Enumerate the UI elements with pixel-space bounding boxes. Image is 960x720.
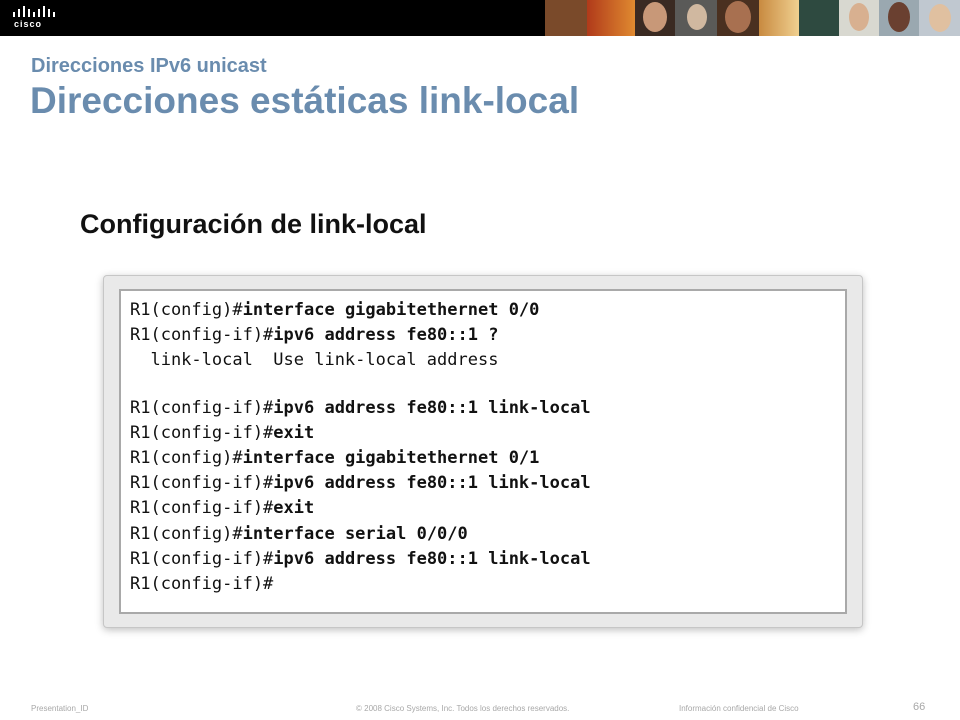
terminal-line: R1(config)#interface gigabitethernet 0/1 bbox=[130, 446, 591, 471]
header-photo bbox=[635, 0, 675, 36]
header-photo bbox=[587, 0, 635, 36]
slide-title: Direcciones estáticas link-local bbox=[30, 80, 580, 121]
terminal-command: interface serial 0/0/0 bbox=[242, 523, 468, 544]
terminal-line: R1(config)#interface gigabitethernet 0/0 bbox=[130, 298, 591, 323]
terminal-window: R1(config)#interface gigabitethernet 0/0… bbox=[119, 289, 847, 614]
terminal-prompt: R1(config)# bbox=[130, 447, 243, 468]
terminal-command: exit bbox=[273, 422, 315, 443]
terminal-line: R1(config-if)#ipv6 address fe80::1 link-… bbox=[130, 396, 591, 421]
terminal-frame: R1(config)#interface gigabitethernet 0/0… bbox=[103, 275, 863, 628]
terminal-prompt: R1(config-if)# bbox=[130, 473, 274, 494]
terminal-prompt: R1(config)# bbox=[130, 300, 243, 320]
terminal-prompt: R1(config)# bbox=[130, 523, 243, 544]
terminal-command: ipv6 address fe80::1 link-local bbox=[273, 473, 591, 494]
terminal-line: R1(config-if)#exit bbox=[130, 496, 591, 521]
header-photo bbox=[799, 0, 839, 36]
terminal-line: R1(config-if)#ipv6 address fe80::1 link-… bbox=[130, 547, 591, 572]
footer-confidential: Información confidencial de Cisco bbox=[679, 704, 799, 713]
terminal-prompt: R1(config-if)# bbox=[130, 397, 274, 418]
terminal-prompt: R1(config-if)# bbox=[130, 325, 274, 346]
header-photo bbox=[717, 0, 759, 36]
terminal-prompt: R1(config-if)# bbox=[130, 422, 274, 443]
terminal-command: ipv6 address fe80::1 link-local bbox=[273, 548, 591, 569]
header-photo bbox=[545, 0, 587, 36]
header-photo-strip bbox=[545, 0, 960, 36]
terminal-line: R1(config-if)#ipv6 address fe80::1 ? bbox=[130, 323, 591, 348]
footer-presentation-id: Presentation_ID bbox=[31, 704, 89, 713]
terminal-prompt: R1(config-if)# bbox=[130, 498, 274, 519]
page-number: 66 bbox=[913, 701, 926, 713]
terminal-line: R1(config-if)#exit bbox=[130, 421, 591, 446]
section-heading: Configuración de link-local bbox=[80, 209, 427, 239]
cisco-logo-text: cisco bbox=[14, 19, 43, 29]
header-bar: cisco bbox=[0, 0, 960, 36]
terminal-line: R1(config-if)# bbox=[130, 572, 591, 597]
cisco-logo: cisco bbox=[10, 4, 70, 32]
header-photo bbox=[839, 0, 879, 36]
terminal-prompt: R1(config-if)# bbox=[130, 573, 274, 594]
terminal-prompt: R1(config-if)# bbox=[130, 548, 274, 569]
header-photo bbox=[759, 0, 799, 36]
terminal-command: ipv6 address fe80::1 link-local bbox=[273, 397, 591, 418]
terminal-command: ipv6 address fe80::1 ? bbox=[273, 325, 499, 346]
cisco-bridge-icon bbox=[13, 6, 55, 17]
header-photo bbox=[879, 0, 919, 36]
header-photo bbox=[675, 0, 717, 36]
terminal-line: link-local Use link-local address bbox=[130, 348, 591, 373]
footer-copyright: © 2008 Cisco Systems, Inc. Todos los der… bbox=[356, 704, 570, 713]
terminal-command: interface gigabitethernet 0/0 bbox=[242, 300, 540, 320]
terminal-help-text: link-local Use link-local address bbox=[130, 350, 499, 371]
header-photo bbox=[919, 0, 960, 36]
terminal-line: R1(config-if)#ipv6 address fe80::1 link-… bbox=[130, 471, 591, 496]
terminal-output: R1(config)#interface gigabitethernet 0/0… bbox=[130, 298, 591, 597]
terminal-command: exit bbox=[273, 498, 315, 519]
terminal-command: interface gigabitethernet 0/1 bbox=[242, 447, 540, 468]
terminal-line: R1(config)#interface serial 0/0/0 bbox=[130, 522, 591, 547]
slide-subtitle: Direcciones IPv6 unicast bbox=[31, 55, 267, 77]
